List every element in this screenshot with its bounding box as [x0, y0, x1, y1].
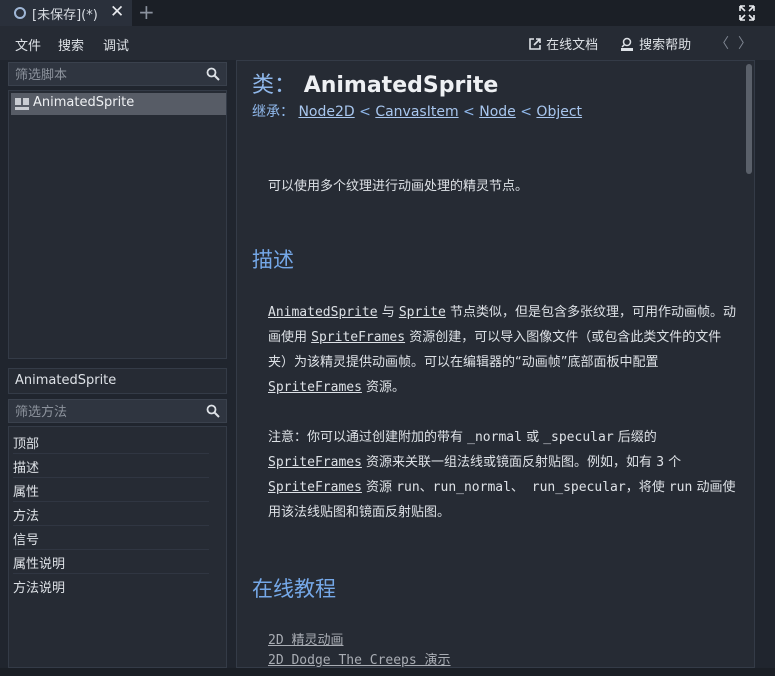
section-list: 顶部 描述 属性 方法 信号 属性说明 方法说明 — [8, 426, 227, 668]
note-paragraph: 注意：你可以通过创建附加的带有 _normal 或 _specular 后缀的 … — [268, 430, 736, 520]
tab-bar: [未保存](*) ✕ + — [0, 0, 775, 26]
description-heading: 描述 — [252, 248, 294, 272]
add-tab-icon[interactable]: + — [138, 0, 155, 24]
tutorials-heading: 在线教程 — [252, 577, 336, 601]
inherit-link-object[interactable]: Object — [536, 104, 582, 120]
section-item-top[interactable]: 顶部 — [13, 430, 209, 454]
current-class-label: AnimatedSprite — [8, 368, 227, 394]
class-name: AnimatedSprite — [303, 73, 499, 98]
method-filter[interactable] — [8, 399, 227, 424]
close-tab-icon[interactable]: ✕ — [110, 2, 124, 22]
script-item-label: AnimatedSprite — [33, 95, 135, 110]
section-item-properties[interactable]: 属性 — [13, 478, 209, 502]
section-item-methods[interactable]: 方法 — [13, 502, 209, 526]
online-docs-label: 在线文档 — [546, 38, 599, 53]
inherits-line: 继承： Node2D < CanvasItem < Node < Object — [252, 104, 583, 120]
menu-search[interactable]: 搜索 — [58, 35, 84, 54]
unsaved-dot-icon — [14, 7, 26, 19]
fullscreen-icon[interactable] — [737, 3, 757, 23]
class-prefix: 类： — [252, 73, 297, 98]
brief-description: 可以使用多个纹理进行动画处理的精灵节点。 — [268, 179, 529, 194]
section-item-signals[interactable]: 信号 — [13, 526, 209, 550]
inherits-label: 继承： — [252, 104, 294, 120]
section-item-description[interactable]: 描述 — [13, 454, 209, 478]
script-filter-input[interactable] — [9, 63, 207, 87]
inherit-link-node2d[interactable]: Node2D — [298, 104, 354, 120]
inherit-link-canvasitem[interactable]: CanvasItem — [375, 104, 458, 120]
current-class-text: AnimatedSprite — [15, 373, 117, 388]
tab-title: [未保存](*) — [32, 8, 98, 23]
search-icon — [206, 404, 220, 418]
script-tab[interactable]: [未保存](*) ✕ — [0, 0, 132, 26]
script-item-animatedsprite[interactable]: AnimatedSprite — [11, 93, 226, 115]
section-item-method-descriptions[interactable]: 方法说明 — [13, 574, 209, 597]
search-icon — [206, 67, 220, 81]
menu-bar: 文件 搜索 调试 在线文档 搜索帮助 〈 〉 — [0, 26, 775, 60]
inherit-link-node[interactable]: Node — [479, 104, 516, 120]
tutorial-link-dodge-the-creeps[interactable]: 2D Dodge The Creeps 演示 — [268, 649, 451, 667]
external-link-icon — [529, 38, 541, 50]
menu-file[interactable]: 文件 — [15, 35, 41, 54]
doc-icon — [15, 98, 29, 110]
search-help-label: 搜索帮助 — [639, 38, 692, 53]
forward-arrow-icon[interactable]: 〉 — [738, 33, 752, 53]
class-title: 类： AnimatedSprite — [252, 67, 498, 99]
tutorial-link-sprite-animation[interactable]: 2D 精灵动画 — [268, 629, 343, 648]
menu-debug[interactable]: 调试 — [103, 35, 129, 54]
script-list: AnimatedSprite — [8, 90, 227, 359]
back-arrow-icon[interactable]: 〈 — [715, 33, 729, 53]
section-item-property-descriptions[interactable]: 属性说明 — [13, 550, 209, 574]
online-docs-button[interactable]: 在线文档 — [528, 34, 598, 53]
doc-scrollbar[interactable] — [746, 64, 752, 174]
search-help-button[interactable]: 搜索帮助 — [619, 34, 691, 53]
search-doc-icon — [621, 37, 633, 51]
description-paragraph: AnimatedSprite 与 Sprite 节点类似，但是包含多张纹理，可用… — [268, 305, 736, 395]
bottom-bar — [0, 668, 775, 676]
doc-panel: 类： AnimatedSprite 继承： Node2D < CanvasIte… — [236, 60, 755, 668]
method-filter-input[interactable] — [9, 400, 207, 424]
script-filter[interactable] — [8, 62, 227, 87]
